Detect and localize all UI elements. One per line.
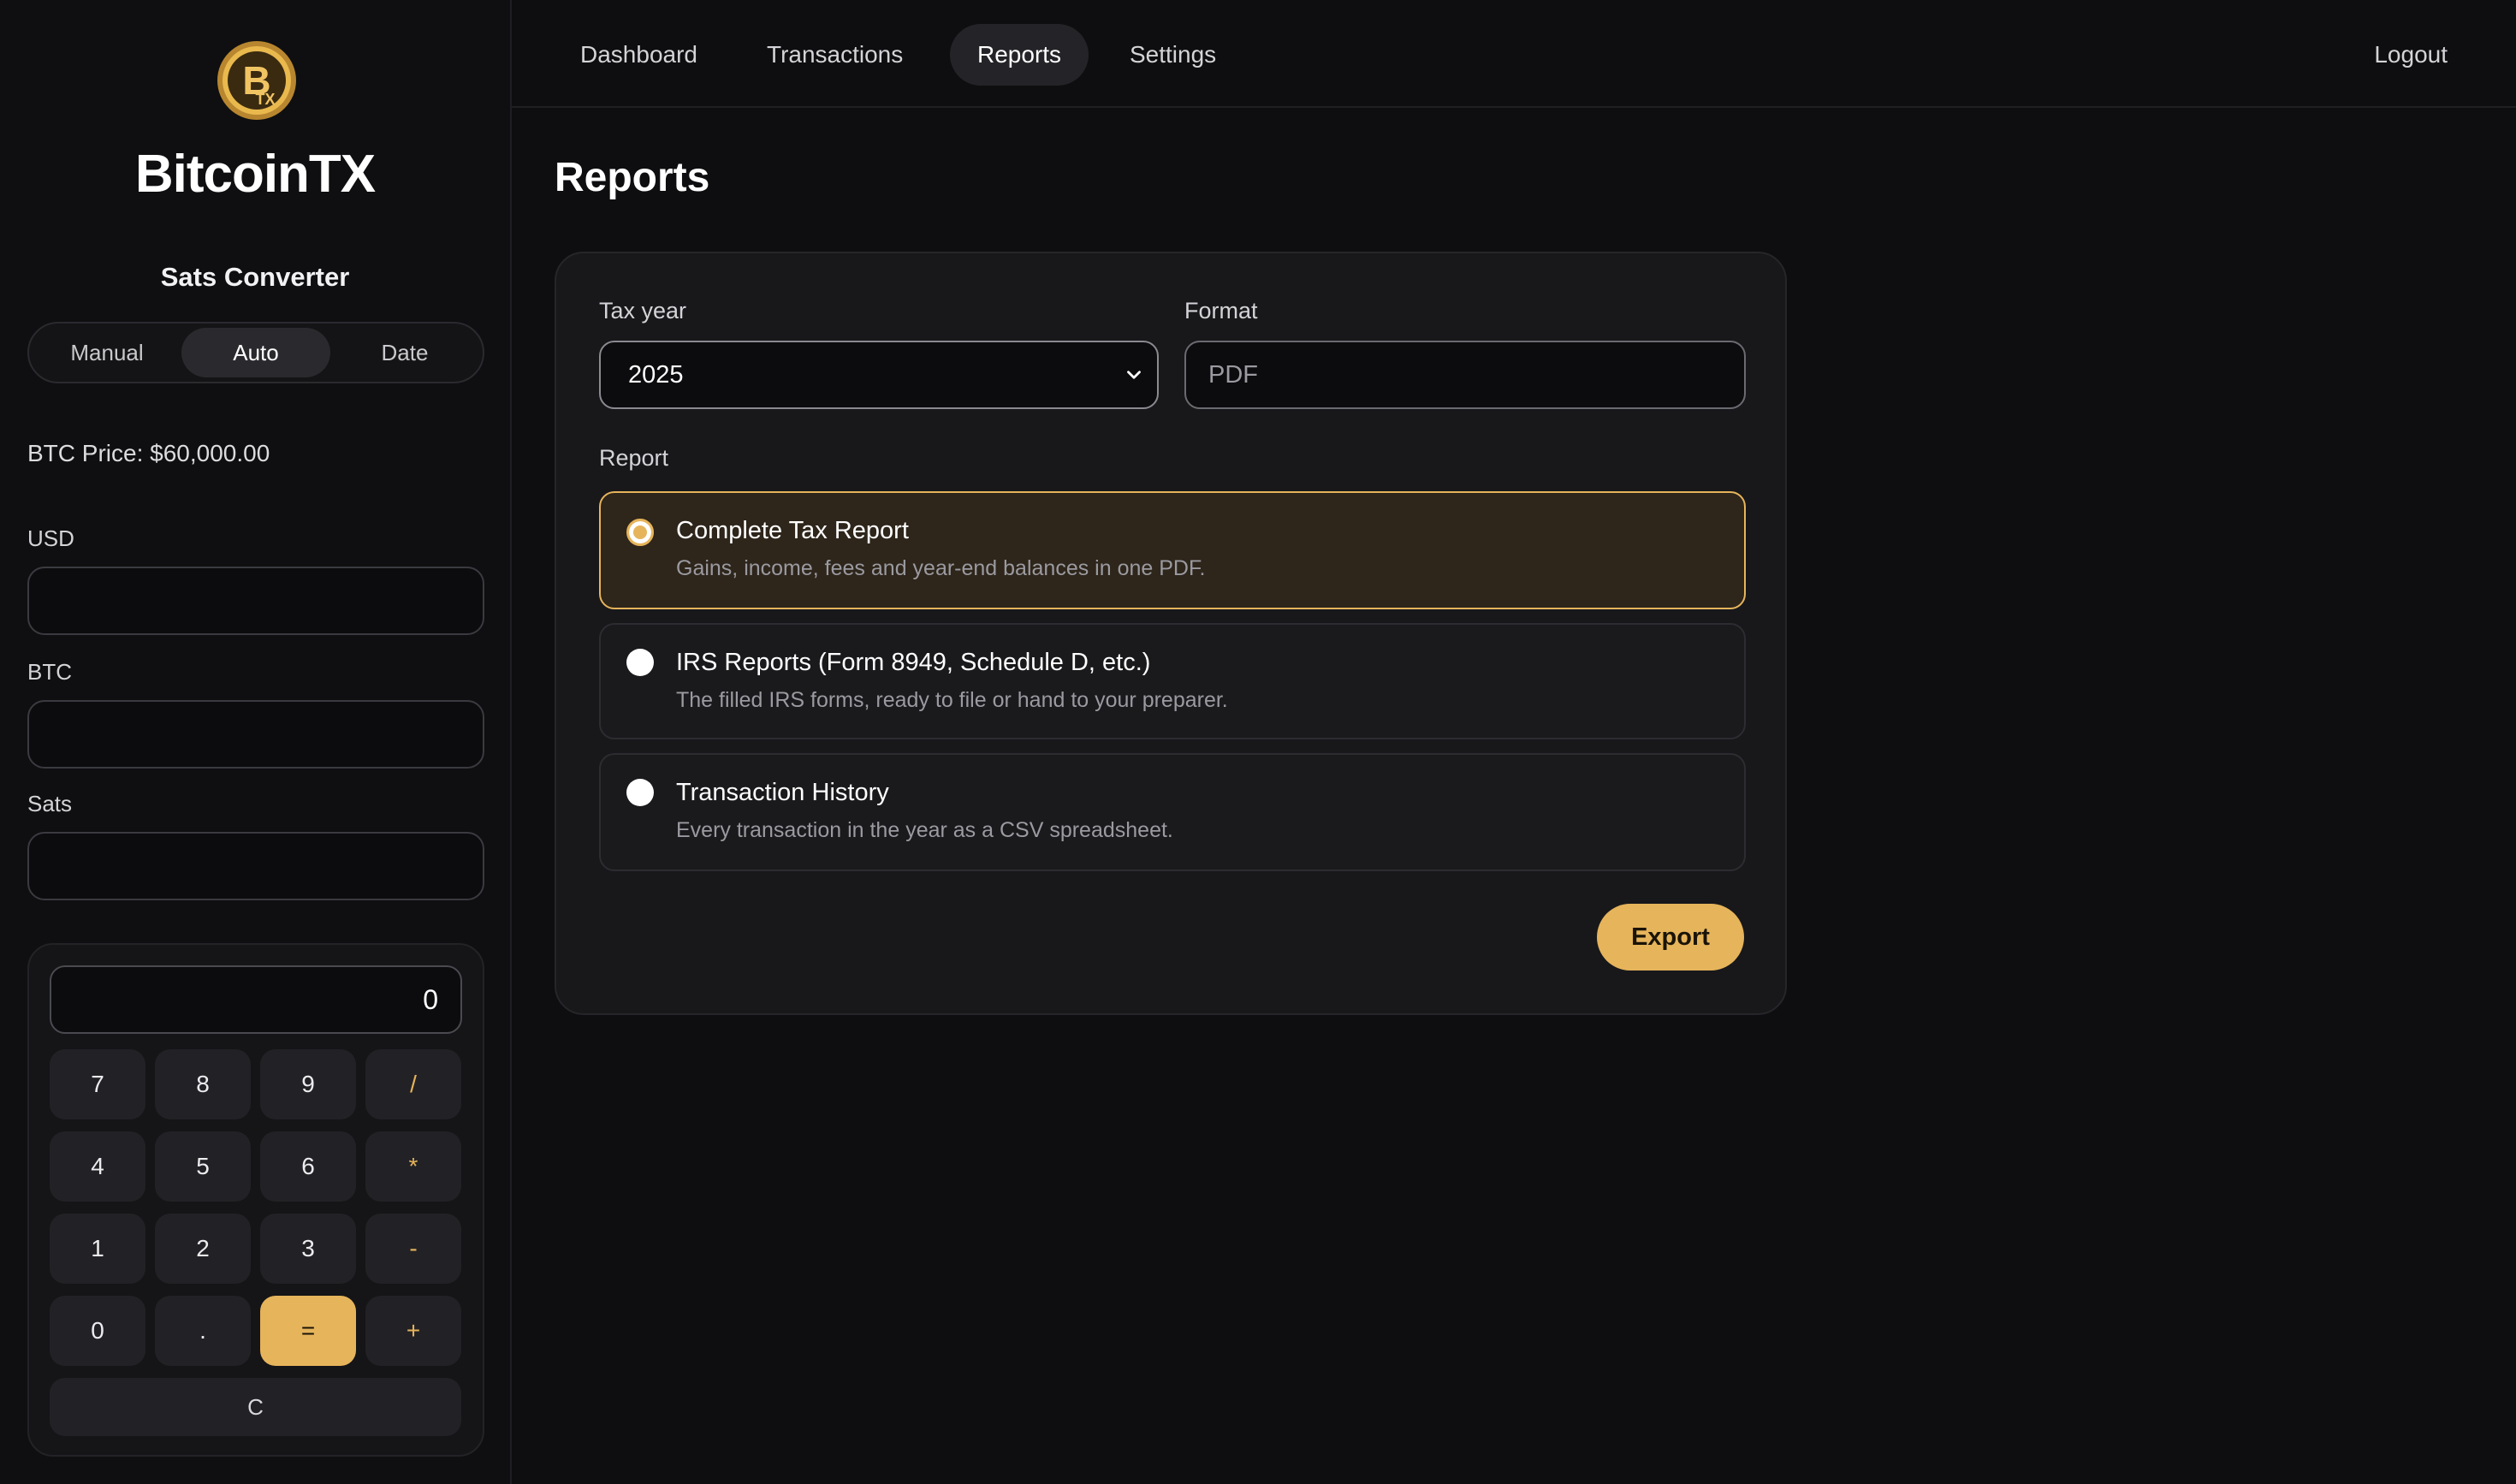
option-description: The filled IRS forms, ready to file or h…	[676, 688, 1228, 712]
key-multiply[interactable]: *	[365, 1131, 461, 1202]
key-divide[interactable]: /	[365, 1049, 461, 1119]
nav-settings[interactable]: Settings	[1102, 24, 1243, 86]
key-6[interactable]: 6	[260, 1131, 356, 1202]
radio-history[interactable]	[626, 779, 654, 806]
report-option-irs[interactable]: IRS Reports (Form 8949, Schedule D, etc.…	[599, 623, 1746, 739]
key-0[interactable]: 0	[50, 1296, 145, 1366]
radio-irs[interactable]	[626, 649, 654, 676]
tax-year-select[interactable]: 2025	[599, 341, 1159, 409]
key-8[interactable]: 8	[155, 1049, 251, 1119]
calculator-display: 0	[50, 965, 462, 1034]
btc-label: BTC	[27, 659, 72, 685]
btc-price: BTC Price: $60,000.00	[27, 440, 270, 466]
nav-dashboard[interactable]: Dashboard	[553, 24, 725, 86]
sats-input[interactable]	[27, 832, 484, 900]
nav-transactions[interactable]: Transactions	[739, 24, 930, 86]
bitcoin-coin-icon: B TX	[217, 41, 296, 120]
option-title: Transaction History	[676, 779, 889, 806]
usd-label: USD	[27, 525, 74, 551]
key-subtract[interactable]: -	[365, 1214, 461, 1284]
top-nav: Dashboard Transactions Reports Settings …	[512, 0, 2516, 108]
key-decimal[interactable]: .	[155, 1296, 251, 1366]
key-9[interactable]: 9	[260, 1049, 356, 1119]
mode-auto-button[interactable]: Auto	[181, 328, 330, 377]
report-option-complete[interactable]: Complete Tax Report Gains, income, fees …	[599, 491, 1746, 609]
logo-tx-text: TX	[255, 91, 275, 108]
report-card: Tax year 2025 Format PDF Report Complete…	[555, 252, 1787, 1015]
sidebar: B TX BitcoinTX Sats Converter Manual Aut…	[0, 0, 512, 1484]
usd-input[interactable]	[27, 567, 484, 635]
key-equals[interactable]: =	[260, 1296, 356, 1366]
app-root: B TX BitcoinTX Sats Converter Manual Aut…	[0, 0, 2516, 1484]
radio-complete[interactable]	[626, 519, 654, 546]
calculator: 0 7 8 9 / 4 5 6 * 1 2 3 - 0 . = + C	[27, 943, 484, 1457]
mode-manual-button[interactable]: Manual	[33, 328, 181, 377]
key-2[interactable]: 2	[155, 1214, 251, 1284]
converter-title: Sats Converter	[160, 262, 350, 292]
sats-label: Sats	[27, 791, 73, 816]
format-field[interactable]: PDF	[1184, 341, 1746, 409]
key-1[interactable]: 1	[50, 1214, 145, 1284]
chevron-down-icon	[1127, 371, 1141, 379]
nav-reports[interactable]: Reports	[950, 24, 1089, 86]
brand-name: BitcoinTX	[134, 145, 376, 204]
key-5[interactable]: 5	[155, 1131, 251, 1202]
key-3[interactable]: 3	[260, 1214, 356, 1284]
format-label: Format	[1184, 298, 1258, 324]
btc-input[interactable]	[27, 700, 484, 769]
key-add[interactable]: +	[365, 1296, 461, 1366]
page-title: Reports	[555, 155, 710, 200]
option-description: Every transaction in the year as a CSV s…	[676, 818, 1173, 842]
main-content: Dashboard Transactions Reports Settings …	[512, 0, 2516, 1484]
tax-year-value: 2025	[628, 360, 684, 389]
tax-year-label: Tax year	[599, 298, 687, 324]
option-title: IRS Reports (Form 8949, Schedule D, etc.…	[676, 649, 1151, 676]
option-title: Complete Tax Report	[676, 517, 909, 544]
export-button[interactable]: Export	[1597, 904, 1744, 971]
mode-date-button[interactable]: Date	[330, 328, 479, 377]
key-clear[interactable]: C	[50, 1378, 461, 1436]
report-label: Report	[599, 445, 669, 471]
report-option-history[interactable]: Transaction History Every transaction in…	[599, 753, 1746, 871]
key-4[interactable]: 4	[50, 1131, 145, 1202]
converter-mode-toggle: Manual Auto Date	[27, 322, 484, 383]
key-7[interactable]: 7	[50, 1049, 145, 1119]
calculator-keypad: 7 8 9 / 4 5 6 * 1 2 3 - 0 . = + C	[50, 1049, 462, 1436]
option-description: Gains, income, fees and year-end balance…	[676, 556, 1206, 580]
logout-button[interactable]: Logout	[2374, 24, 2448, 86]
